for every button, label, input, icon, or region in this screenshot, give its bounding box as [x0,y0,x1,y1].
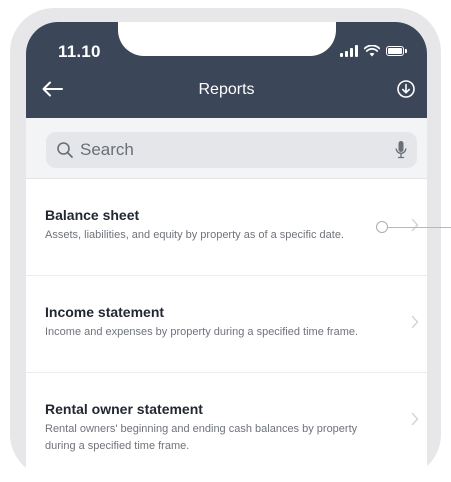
search-bar: Search [26,118,427,179]
search-placeholder: Search [80,140,134,159]
report-description: Rental owners' beginning and ending cash… [45,423,358,452]
report-description: Income and expenses by property during a… [45,326,359,338]
report-item-balance-sheet[interactable]: Balance sheet Assets, liabilities, and e… [26,179,427,275]
microphone-icon[interactable] [395,140,407,160]
page-title: Reports [198,81,255,98]
report-title: Balance sheet [45,207,140,223]
report-title: Income statement [45,304,165,320]
report-description: Assets, liabilities, and equity by prope… [45,229,344,241]
callout-line [388,226,451,228]
report-list: Balance sheet Assets, liabilities, and e… [26,179,427,469]
status-time: 11.10 [58,42,101,61]
chevron-right-icon [411,412,419,426]
wifi-icon [364,45,380,57]
device-notch [118,22,336,56]
report-title: Rental owner statement [45,401,203,417]
cellular-signal-icon [340,45,358,57]
search-icon [57,142,73,158]
download-icon [397,80,415,98]
app-header: 11.10 Reports [26,22,427,118]
download-button[interactable] [396,79,416,99]
chevron-right-icon [411,315,419,329]
status-icons [340,43,407,59]
chevron-right-icon [411,218,419,232]
report-item-rental-owner-statement[interactable]: Rental owner statement Rental owners' be… [26,372,427,469]
phone-screen: 11.10 Reports Search Balance sheet Asset… [26,22,427,482]
battery-icon [386,46,407,56]
callout-marker [376,221,388,233]
report-item-income-statement[interactable]: Income statement Income and expenses by … [26,275,427,372]
search-input[interactable]: Search [46,132,417,168]
